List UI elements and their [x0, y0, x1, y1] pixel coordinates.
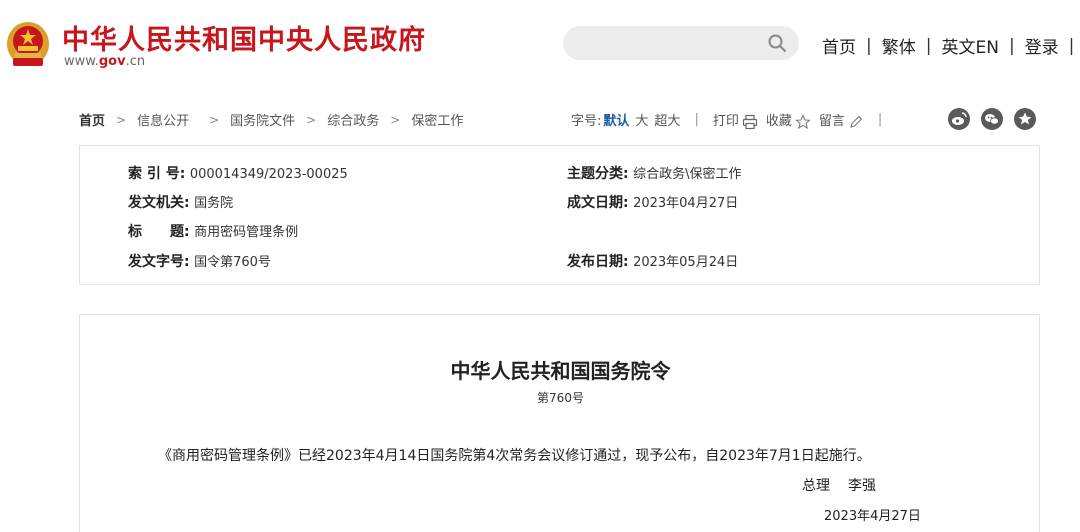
font-size-default[interactable]: 默认 — [603, 110, 629, 129]
wechat-icon[interactable] — [981, 108, 1003, 130]
document-signature: 总理 李强 — [802, 475, 876, 495]
favorite-star-icon[interactable] — [1014, 108, 1036, 130]
meta-index-value: 000014349/2023-00025 — [189, 167, 348, 182]
breadcrumb-info-public[interactable]: 信息公开 — [137, 110, 189, 129]
nav-separator: | — [866, 35, 872, 56]
nav-separator: | — [1068, 35, 1075, 56]
favorite-label: 收藏 — [765, 114, 792, 129]
meta-doc-number-label: 发文字号: — [128, 254, 190, 270]
nav-traditional-link[interactable]: 繁体 — [882, 33, 916, 58]
nav-separator: | — [925, 35, 932, 56]
favorite-button[interactable]: 收藏 — [766, 110, 811, 130]
printer-icon — [742, 114, 757, 129]
search-icon[interactable] — [767, 33, 787, 53]
chevron-right-icon: > — [306, 112, 317, 127]
document-paragraph: 《商用密码管理条例》已经2023年4月14日国务院第4次常务会议修订通过，现予公… — [158, 448, 871, 464]
nav-english-link[interactable]: 英文EN — [941, 33, 998, 58]
social-share — [948, 108, 1036, 130]
breadcrumb: 首页 > 信息公开 > 国务院文件 > 综合政务 > 保密工作 — [79, 110, 463, 130]
meta-publish-date-row: 发布日期: 2023年05月24日 — [567, 251, 738, 271]
font-size-label: 字号: — [571, 114, 602, 130]
document-date: 2023年4月27日 — [824, 509, 921, 524]
meta-category-row: 主题分类: 综合政务\保密工作 — [567, 163, 741, 183]
search-input[interactable] — [563, 26, 799, 60]
meta-written-date-label: 成文日期: — [567, 195, 629, 211]
weibo-icon[interactable] — [948, 108, 970, 130]
star-outline-icon — [795, 113, 811, 129]
top-nav: 首页 | 繁体 | 英文EN | 登录 | — [822, 33, 1080, 59]
meta-category-label: 主题分类: — [567, 166, 629, 182]
meta-category-value: 综合政务\保密工作 — [633, 167, 742, 182]
meta-title-label: 标 题: — [128, 224, 190, 240]
meta-written-date-value: 2023年04月27日 — [633, 196, 739, 211]
signer-role: 总理 — [802, 478, 830, 494]
site-title[interactable]: 中华人民共和国中央人民政府 — [62, 18, 426, 57]
domain-mid: gov — [98, 54, 126, 69]
document-meta-panel: 索 引 号: 000014349/2023-00025 主题分类: 综合政务\保… — [79, 145, 1040, 285]
font-size-large[interactable]: 大 — [635, 110, 648, 129]
meta-title-row: 标 题: 商用密码管理条例 — [128, 221, 298, 241]
article-tools: 字号: 默认 大 超大 | 打印 收藏 留言 | — [571, 110, 896, 130]
meta-index-row: 索 引 号: 000014349/2023-00025 — [128, 163, 348, 183]
meta-issuer-row: 发文机关: 国务院 — [128, 192, 233, 212]
site-header: 中华人民共和国中央人民政府 www.gov.cn 首页 | 繁体 | 英文EN … — [0, 0, 1080, 90]
national-emblem-icon[interactable] — [5, 20, 51, 70]
meta-doc-number-value: 国令第760号 — [194, 255, 271, 270]
nav-separator: | — [1008, 35, 1015, 56]
nav-home-link[interactable]: 首页 — [822, 33, 856, 58]
meta-doc-number-row: 发文字号: 国令第760号 — [128, 251, 271, 271]
nav-login-link[interactable]: 登录 — [1025, 33, 1059, 58]
comment-label: 留言 — [818, 114, 845, 129]
breadcrumb-home[interactable]: 首页 — [79, 110, 105, 129]
domain-suffix: .cn — [125, 54, 146, 69]
pencil-icon — [850, 115, 863, 128]
meta-issuer-label: 发文机关: — [128, 195, 190, 211]
print-button[interactable]: 打印 — [713, 110, 758, 130]
chevron-right-icon: > — [116, 112, 127, 127]
document-title: 中华人民共和国国务院令 — [450, 359, 671, 383]
document-body: 中华人民共和国国务院令 第760号 《商用密码管理条例》已经2023年4月14日… — [79, 314, 1040, 532]
meta-publish-date-label: 发布日期: — [567, 254, 629, 270]
font-size-xlarge[interactable]: 超大 — [654, 110, 680, 129]
print-label: 打印 — [712, 114, 739, 129]
meta-publish-date-value: 2023年05月24日 — [633, 255, 739, 270]
domain-prefix: www. — [64, 54, 99, 69]
document-number: 第760号 — [537, 391, 584, 405]
tools-separator: | — [877, 112, 883, 128]
chevron-right-icon: > — [390, 112, 401, 127]
meta-written-date-row: 成文日期: 2023年04月27日 — [567, 192, 738, 212]
site-domain: www.gov.cn — [64, 54, 145, 69]
meta-issuer-value: 国务院 — [194, 196, 234, 211]
chevron-right-icon: > — [209, 112, 220, 127]
tools-separator: | — [694, 112, 699, 128]
breadcrumb-secrecy-work[interactable]: 保密工作 — [411, 110, 463, 129]
breadcrumb-state-council-docs[interactable]: 国务院文件 — [230, 110, 295, 129]
meta-index-label: 索 引 号: — [128, 166, 186, 182]
meta-title-value: 商用密码管理条例 — [194, 225, 299, 240]
signer-name: 李强 — [848, 478, 876, 494]
comment-button[interactable]: 留言 — [819, 110, 864, 130]
breadcrumb-general-affairs[interactable]: 综合政务 — [327, 110, 379, 129]
